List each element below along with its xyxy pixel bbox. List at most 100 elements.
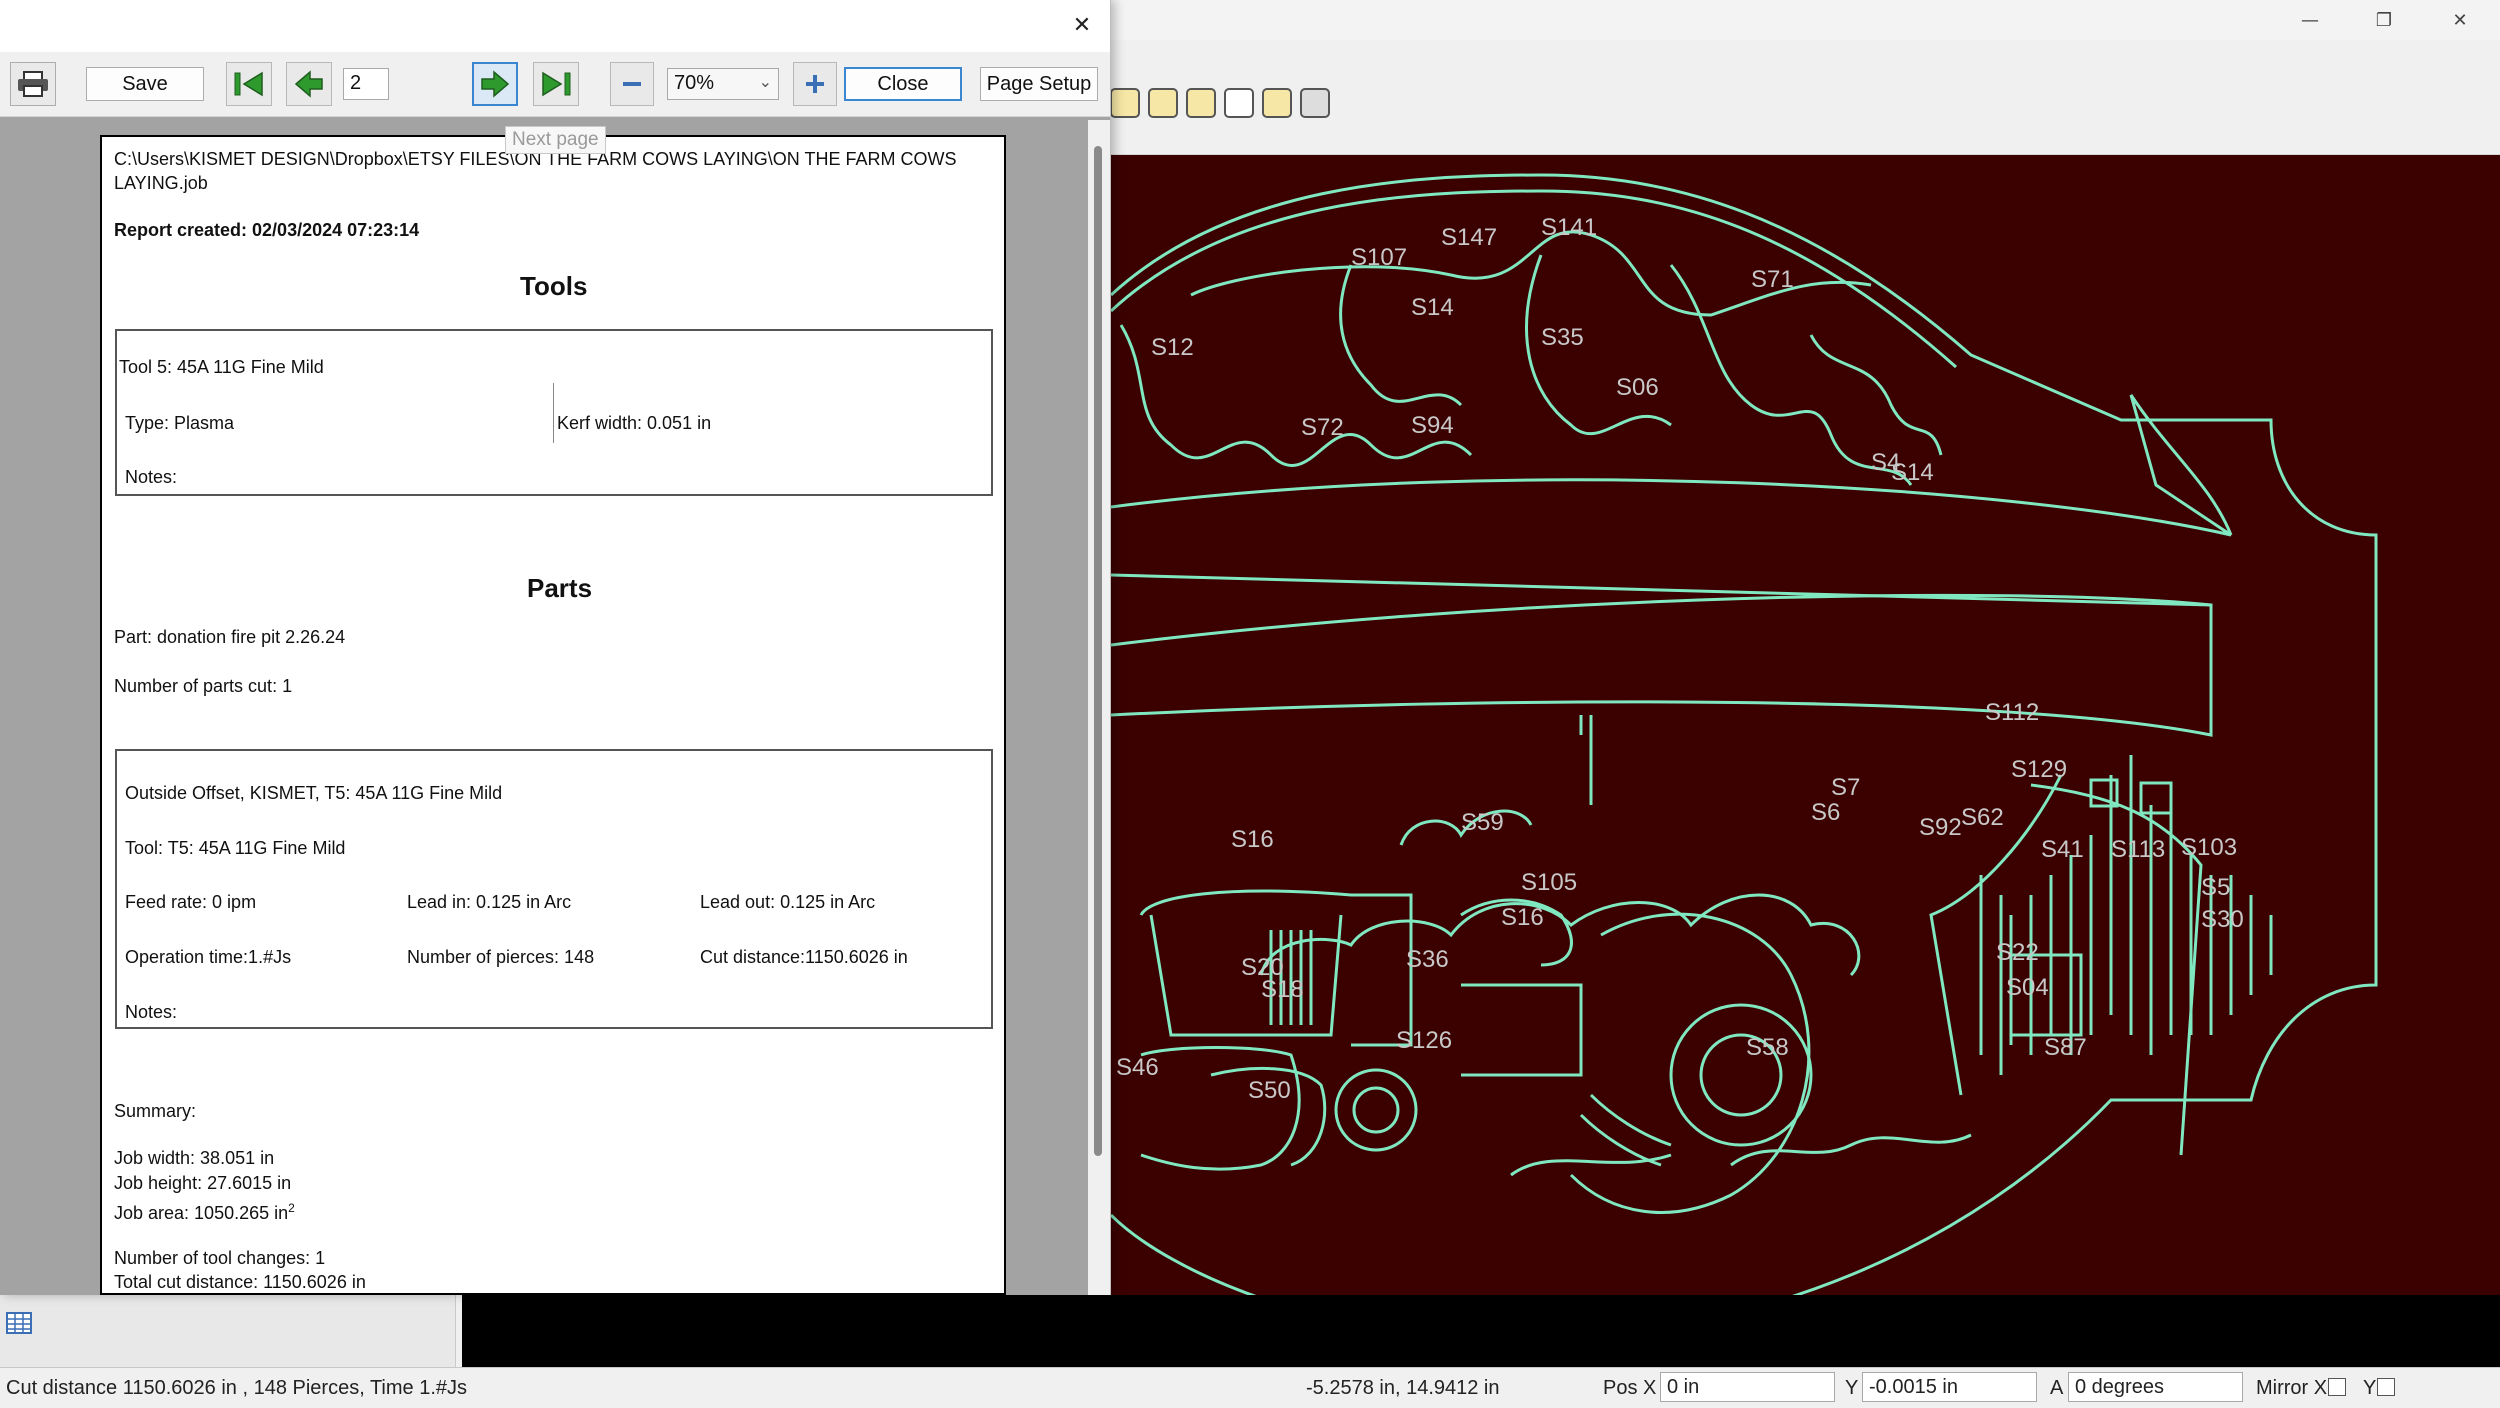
tool-table: Tool 5: 45A 11G Fine Mild Type: Plasma K…: [115, 329, 993, 496]
arrow-right-icon: [481, 70, 510, 98]
cut-info-text: Cut distance 1150.6026 in , 148 Pierces,…: [6, 1377, 468, 1399]
save-button[interactable]: Save: [86, 67, 204, 101]
path-label: S35: [1541, 324, 1584, 351]
zoom-in-button[interactable]: [793, 62, 837, 106]
path-label: S103: [2181, 834, 2237, 861]
path-label: S04: [2006, 974, 2049, 1001]
pan-tool-icon[interactable]: [1300, 88, 1330, 118]
path-label: S14: [1411, 294, 1454, 321]
restore-icon[interactable]: ❐: [2354, 4, 2414, 36]
plus-icon: [806, 75, 824, 93]
mirror-x-checkbox[interactable]: [2328, 1378, 2346, 1396]
path-label: S72: [1301, 414, 1344, 441]
zoom-previous-icon[interactable]: [1262, 88, 1292, 118]
cut-distance: Cut distance:1150.6026 in: [700, 947, 908, 967]
tool-changes: Number of tool changes: 1: [114, 1248, 326, 1268]
path-label: S59: [1461, 809, 1504, 836]
operation-time: Operation time:1.#Js: [125, 947, 292, 967]
tool-notes: Notes:: [125, 467, 178, 487]
zoom-tool-icon[interactable]: [1110, 88, 1140, 118]
feed-rate: Feed rate: 0 ipm: [125, 892, 257, 912]
path-label: S147: [1441, 224, 1497, 251]
report-created: Report created: 02/03/2024 07:23:14: [114, 220, 420, 240]
mirror-y-checkbox[interactable]: [2377, 1378, 2395, 1396]
zoom-value: 70%: [674, 72, 715, 94]
y-label: Y: [1845, 1377, 1859, 1399]
last-page-button[interactable]: [533, 62, 579, 106]
path-label: S7: [1831, 774, 1860, 801]
close-button[interactable]: Close: [844, 67, 962, 101]
path-label: S112: [1985, 699, 2039, 726]
print-button[interactable]: [10, 62, 56, 106]
path-label: S113: [2111, 836, 2165, 863]
layer-panel: [0, 1295, 456, 1367]
lead-in: Lead in: 0.125 in Arc: [407, 892, 572, 912]
next-page-button[interactable]: [472, 62, 518, 106]
path-label: S46: [1116, 1054, 1159, 1081]
pos-y-field[interactable]: -0.0015 in: [1862, 1372, 2037, 1402]
page-setup-button[interactable]: Page Setup: [980, 67, 1098, 101]
pos-x-label: Pos X: [1603, 1377, 1657, 1399]
job-area-value: Job area: 1050.265 in: [114, 1203, 289, 1223]
parts-cut: Number of parts cut: 1: [114, 676, 293, 696]
job-height: Job height: 27.6015 in: [114, 1173, 292, 1193]
status-bar: Cut distance 1150.6026 in , 148 Pierces,…: [0, 1367, 2500, 1408]
path-label: S71: [1751, 266, 1794, 293]
number-of-pierces: Number of pierces: 148: [407, 947, 595, 967]
angle-label: A: [2050, 1377, 2064, 1399]
printer-icon: [18, 71, 48, 97]
kerf-width: Kerf width: 0.051 in: [557, 413, 712, 433]
canvas-margin: [462, 1295, 2500, 1367]
close-icon[interactable]: ✕: [1060, 8, 1104, 42]
path-label: S22: [1996, 939, 2039, 966]
close-window-icon[interactable]: ✕: [2430, 4, 2490, 36]
path-label: S36: [1406, 946, 1449, 973]
report-page: C:\Users\KISMET DESIGN\Dropbox\ETSY FILE…: [100, 135, 1006, 1295]
path-label: S06: [1616, 374, 1659, 401]
part-name: Part: donation fire pit 2.26.24: [114, 627, 346, 647]
zoom-in-tool-icon[interactable]: [1148, 88, 1178, 118]
path-label: S14: [1891, 459, 1934, 486]
previous-page-button[interactable]: [286, 62, 332, 106]
path-label: S105: [1521, 869, 1577, 896]
zoom-out-button[interactable]: [610, 62, 654, 106]
zoom-extents-icon[interactable]: [1224, 88, 1254, 118]
path-label: S129: [2011, 756, 2067, 783]
path-label: S126: [1396, 1027, 1452, 1054]
path-label: S58: [1746, 1034, 1789, 1061]
summary-label: Summary:: [114, 1101, 197, 1121]
zoom-select[interactable]: 70% ⌄: [667, 68, 779, 100]
job-area: Job area: 1050.265 in2: [114, 1201, 295, 1224]
page-number-input[interactable]: 2: [343, 68, 389, 100]
arrow-left-icon: [294, 70, 323, 98]
path-label: S92: [1919, 814, 1962, 841]
path-label: S87: [2044, 1034, 2087, 1061]
job-path-cont: LAYING.job: [114, 173, 208, 193]
pos-x-field[interactable]: 0 in: [1660, 1372, 1835, 1402]
lead-out: Lead out: 0.125 in Arc: [700, 892, 876, 912]
path-label: S50: [1248, 1077, 1291, 1104]
job-area-unit-exponent: 2: [288, 1201, 295, 1215]
total-cut-distance: Total cut distance: 1150.6026 in: [114, 1272, 366, 1292]
cut-paths-drawing: S147 S141 S107 S14 S71 S12 S72 S94 S35 S…: [1109, 173, 2378, 1342]
table-icon[interactable]: [6, 1312, 32, 1334]
drawing-canvas[interactable]: S147 S141 S107 S14 S71 S12 S72 S94 S35 S…: [1109, 155, 2500, 1342]
vertical-scrollbar[interactable]: [1088, 120, 1110, 1295]
tool-name: Tool 5: 45A 11G Fine Mild: [119, 357, 324, 377]
zoom-fit-icon[interactable]: [1186, 88, 1216, 118]
next-page-tooltip: Next page: [505, 126, 606, 154]
first-page-button[interactable]: [226, 62, 272, 106]
parts-heading: Parts: [527, 573, 593, 603]
path-label: S6: [1811, 799, 1840, 826]
chevron-down-icon: ⌄: [758, 74, 772, 91]
path-label: S20: [1241, 954, 1284, 981]
path-label: S94: [1411, 412, 1454, 439]
minus-icon: [623, 82, 641, 86]
cursor-position: -5.2578 in, 14.9412 in: [1306, 1377, 1500, 1399]
tools-heading: Tools: [520, 271, 588, 301]
scrollbar-thumb[interactable]: [1094, 146, 1102, 1156]
path-label: S41: [2041, 836, 2084, 863]
minimize-icon[interactable]: —: [2280, 4, 2340, 36]
angle-field[interactable]: 0 degrees: [2068, 1372, 2243, 1402]
mirror-x-label: Mirror X: [2256, 1377, 2328, 1399]
